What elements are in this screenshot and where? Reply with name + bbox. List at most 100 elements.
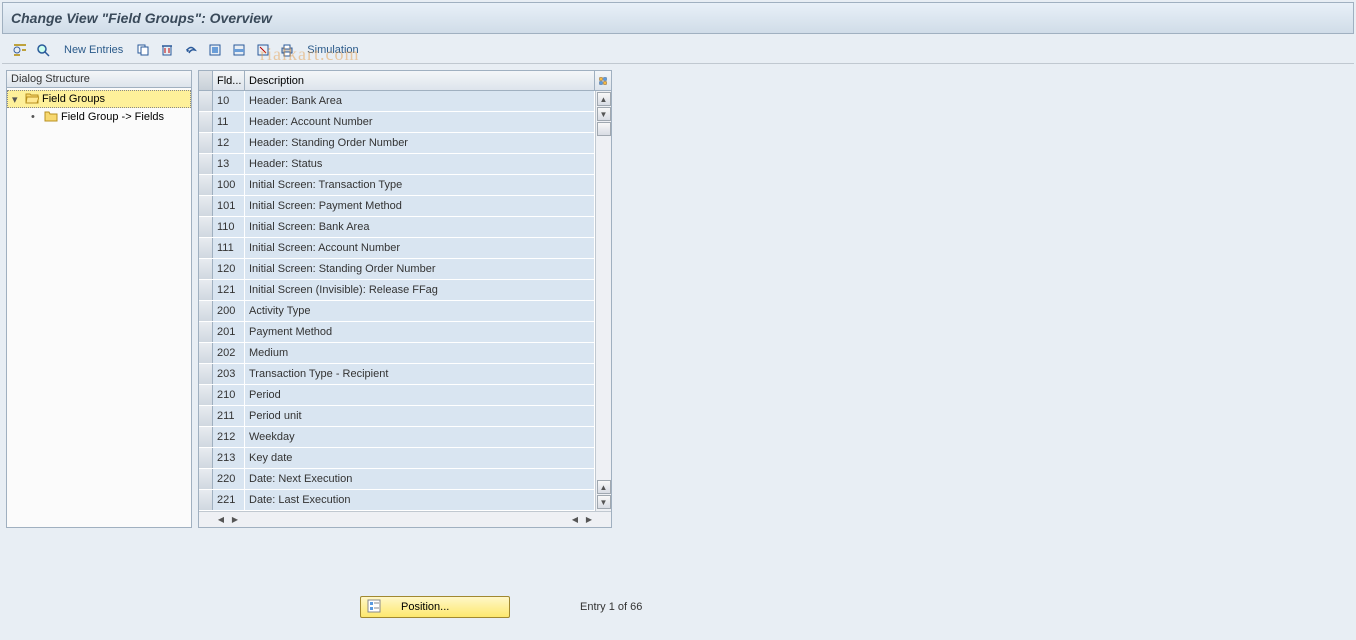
table-row[interactable]: 221Date: Last Execution: [199, 490, 595, 511]
table-row[interactable]: 110Initial Screen: Bank Area: [199, 217, 595, 238]
new-entries-button[interactable]: New Entries: [58, 44, 129, 56]
cell-description: Header: Account Number: [245, 112, 595, 132]
tree-collapse-icon[interactable]: ▾: [12, 93, 22, 106]
cell-description: Initial Screen: Standing Order Number: [245, 259, 595, 279]
print-icon[interactable]: [277, 41, 297, 59]
cell-description: Period: [245, 385, 595, 405]
row-selector[interactable]: [199, 112, 213, 132]
row-selector[interactable]: [199, 280, 213, 300]
deselect-all-icon[interactable]: [253, 41, 273, 59]
select-all-icon[interactable]: [205, 41, 225, 59]
position-label: Position...: [401, 601, 449, 613]
col-description[interactable]: Description: [245, 71, 595, 90]
scroll-up-icon[interactable]: ▲: [597, 92, 611, 106]
row-selector[interactable]: [199, 91, 213, 111]
position-icon: [367, 599, 381, 616]
row-selector[interactable]: [199, 133, 213, 153]
tree-item-field-groups[interactable]: ▾ Field Groups: [7, 90, 191, 108]
cell-description: Header: Status: [245, 154, 595, 174]
cell-fld: 201: [213, 322, 245, 342]
table-body: 10Header: Bank Area11Header: Account Num…: [199, 91, 595, 511]
table-row[interactable]: 210Period: [199, 385, 595, 406]
cell-fld: 100: [213, 175, 245, 195]
cell-fld: 110: [213, 217, 245, 237]
undo-icon[interactable]: [181, 41, 201, 59]
row-selector[interactable]: [199, 469, 213, 489]
scroll-down-icon[interactable]: ▼: [597, 495, 611, 509]
tree-bullet-icon: •: [31, 111, 41, 123]
scroll-thumb[interactable]: [597, 122, 611, 136]
table-row[interactable]: 201Payment Method: [199, 322, 595, 343]
find-icon[interactable]: [34, 41, 54, 59]
cell-description: Weekday: [245, 427, 595, 447]
row-selector[interactable]: [199, 301, 213, 321]
position-button[interactable]: Position...: [360, 596, 510, 618]
tree-item-label: Field Group -> Fields: [61, 111, 164, 123]
cell-description: Header: Bank Area: [245, 91, 595, 111]
row-selector[interactable]: [199, 448, 213, 468]
copy-icon[interactable]: [133, 41, 153, 59]
cell-fld: 211: [213, 406, 245, 426]
row-selector[interactable]: [199, 406, 213, 426]
table-row[interactable]: 13Header: Status: [199, 154, 595, 175]
scroll-up-step-icon[interactable]: ▲: [597, 480, 611, 494]
row-selector[interactable]: [199, 385, 213, 405]
tree-body: ▾ Field Groups • Field Group -> Fields: [7, 88, 191, 128]
col-selector[interactable]: [199, 71, 213, 90]
cell-description: Initial Screen: Transaction Type: [245, 175, 595, 195]
folder-open-icon: [25, 92, 39, 107]
row-selector[interactable]: [199, 364, 213, 384]
table-row[interactable]: 212Weekday: [199, 427, 595, 448]
table-row[interactable]: 220Date: Next Execution: [199, 469, 595, 490]
cell-fld: 11: [213, 112, 245, 132]
col-fld[interactable]: Fld...: [213, 71, 245, 90]
horizontal-scrollbar[interactable]: ◀ ▶ ◀ ▶: [199, 511, 611, 527]
cell-fld: 203: [213, 364, 245, 384]
row-selector[interactable]: [199, 217, 213, 237]
cell-description: Payment Method: [245, 322, 595, 342]
scroll-left-icon[interactable]: ◀: [215, 514, 227, 526]
scroll-right-icon[interactable]: ▶: [583, 514, 595, 526]
delete-icon[interactable]: [157, 41, 177, 59]
tree-item-label: Field Groups: [42, 93, 105, 105]
cell-fld: 202: [213, 343, 245, 363]
table-row[interactable]: 202Medium: [199, 343, 595, 364]
row-selector[interactable]: [199, 343, 213, 363]
row-selector[interactable]: [199, 322, 213, 342]
simulation-button[interactable]: Simulation: [301, 44, 364, 56]
vertical-scrollbar[interactable]: ▲ ▼ ▲ ▼: [595, 91, 611, 511]
table-row[interactable]: 121Initial Screen (Invisible): Release F…: [199, 280, 595, 301]
cell-fld: 221: [213, 490, 245, 510]
scroll-right-step-icon[interactable]: ▶: [229, 514, 241, 526]
toggle-display-icon[interactable]: [10, 41, 30, 59]
select-block-icon[interactable]: [229, 41, 249, 59]
row-selector[interactable]: [199, 259, 213, 279]
footer: Position... Entry 1 of 66: [0, 596, 1356, 618]
table-panel: Fld... Description 10Header: Bank Area11…: [198, 70, 612, 528]
table-row[interactable]: 10Header: Bank Area: [199, 91, 595, 112]
cell-fld: 212: [213, 427, 245, 447]
cell-fld: 210: [213, 385, 245, 405]
row-selector[interactable]: [199, 175, 213, 195]
table-row[interactable]: 12Header: Standing Order Number: [199, 133, 595, 154]
row-selector[interactable]: [199, 196, 213, 216]
cell-fld: 200: [213, 301, 245, 321]
row-selector[interactable]: [199, 490, 213, 510]
table-row[interactable]: 101Initial Screen: Payment Method: [199, 196, 595, 217]
table-row[interactable]: 200Activity Type: [199, 301, 595, 322]
table-row[interactable]: 120Initial Screen: Standing Order Number: [199, 259, 595, 280]
table-row[interactable]: 213Key date: [199, 448, 595, 469]
row-selector[interactable]: [199, 427, 213, 447]
table-row[interactable]: 100Initial Screen: Transaction Type: [199, 175, 595, 196]
scroll-down-step-icon[interactable]: ▼: [597, 107, 611, 121]
row-selector[interactable]: [199, 154, 213, 174]
table-row[interactable]: 111Initial Screen: Account Number: [199, 238, 595, 259]
title-bar: Change View "Field Groups": Overview: [2, 2, 1354, 34]
col-configure-icon[interactable]: [595, 71, 611, 90]
tree-item-field-group-fields[interactable]: • Field Group -> Fields: [7, 108, 191, 126]
scroll-left-step-icon[interactable]: ◀: [569, 514, 581, 526]
table-row[interactable]: 11Header: Account Number: [199, 112, 595, 133]
row-selector[interactable]: [199, 238, 213, 258]
table-row[interactable]: 203Transaction Type - Recipient: [199, 364, 595, 385]
table-row[interactable]: 211Period unit: [199, 406, 595, 427]
